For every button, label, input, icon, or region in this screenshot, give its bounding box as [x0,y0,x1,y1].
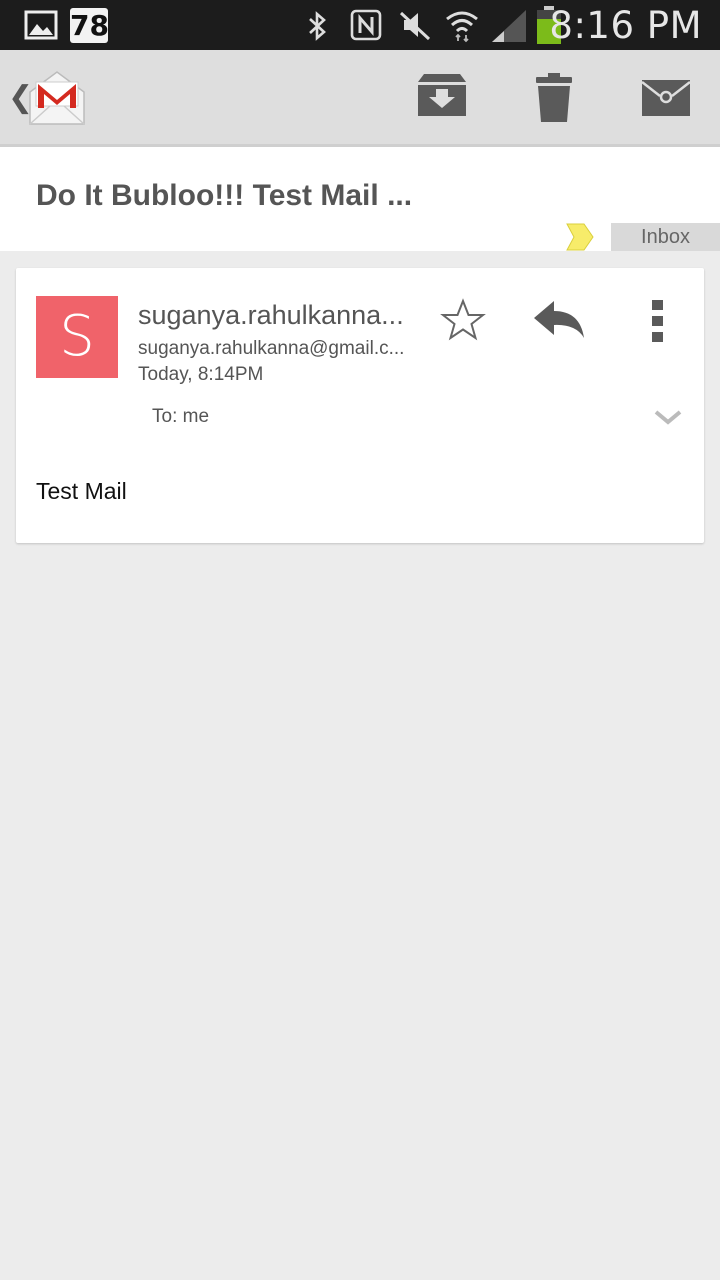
signal-icon [492,10,526,42]
sender-email: suganya.rahulkanna@gmail.c... [138,338,405,359]
notification-count-badge: 78 [70,8,109,43]
star-icon[interactable] [440,298,486,342]
message-subject: Do It Bubloo!!! Test Mail ... [36,179,413,212]
bluetooth-icon [309,11,326,41]
label-inbox[interactable]: Inbox [611,223,720,251]
recipients[interactable]: To: me [152,406,209,428]
archive-icon[interactable] [412,70,472,126]
message-timestamp: Today, 8:14PM [138,364,264,385]
action-bar: ❮ [0,50,720,147]
chevron-down-icon[interactable] [652,406,684,430]
mute-icon [399,11,431,41]
status-bar: 78 8:16 PM [0,0,720,50]
wifi-icon [446,11,478,43]
trash-icon[interactable] [524,70,584,126]
message-card: S suganya.rahulkanna... suganya.rahulkan… [16,268,704,543]
importance-marker-icon[interactable] [566,223,594,251]
subject-header: Do It Bubloo!!! Test Mail ... Inbox [0,147,720,251]
message-body: Test Mail [36,478,127,504]
reply-icon[interactable] [532,298,588,344]
overflow-menu-icon[interactable] [640,298,676,344]
gmail-icon[interactable] [26,68,88,128]
nfc-icon [350,9,382,41]
clock: 8:16 PM [549,4,702,47]
image-notification-icon [24,10,58,40]
mark-unread-icon[interactable] [636,70,696,126]
sender-name: suganya.rahulkanna... [138,300,404,330]
avatar[interactable]: S [36,296,118,378]
